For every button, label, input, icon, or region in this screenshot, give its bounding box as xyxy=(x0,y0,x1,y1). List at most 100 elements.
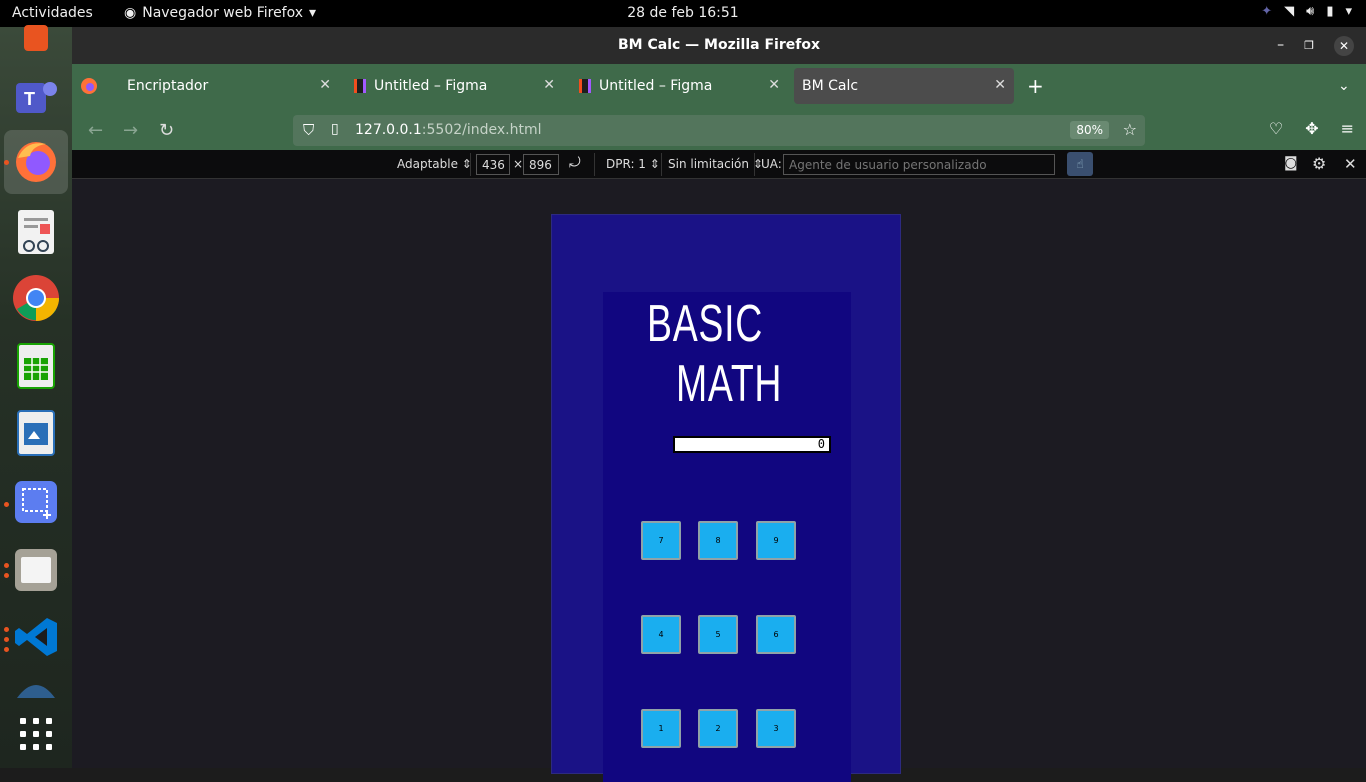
viewport-width-input[interactable]: 436 xyxy=(476,154,510,175)
close-tab-icon[interactable]: ✕ xyxy=(994,77,1006,93)
dock-calc-icon[interactable] xyxy=(10,340,62,392)
dock-firefox-icon[interactable] xyxy=(4,130,68,194)
close-tab-icon[interactable]: ✕ xyxy=(543,77,555,93)
throttling-label: Sin limitación xyxy=(668,157,749,171)
tab-figma-1[interactable]: Untitled – Figma ✕ xyxy=(346,68,563,104)
back-arrow-icon[interactable]: ← xyxy=(88,120,103,141)
app-menu-label: Navegador web Firefox xyxy=(142,5,304,21)
list-all-tabs-button[interactable]: ⌄ xyxy=(1338,68,1350,104)
tab-label: Untitled – Figma xyxy=(374,78,488,94)
key-8[interactable]: 8 xyxy=(698,521,738,560)
settings-gear-icon[interactable]: ⚙ xyxy=(1312,154,1326,173)
dock-files-icon[interactable] xyxy=(10,544,62,596)
dpr-label: DPR: 1 xyxy=(606,157,646,171)
device-selector[interactable]: Adaptable ⇕ xyxy=(397,157,472,171)
reload-icon[interactable]: ↻ xyxy=(159,120,174,141)
battery-icon: ▮ xyxy=(1326,4,1334,19)
new-tab-button[interactable]: + xyxy=(1027,68,1044,104)
pocket-icon[interactable]: ♡ xyxy=(1269,119,1283,138)
dock-ubuntu-software-icon[interactable] xyxy=(10,15,62,67)
window-titlebar[interactable]: BM Calc — Mozilla Firefox – ❐ ✕ xyxy=(72,27,1366,64)
calc-display[interactable]: 0 xyxy=(673,436,831,453)
chevron-down-icon: ⌄ xyxy=(1338,78,1350,94)
shield-icon[interactable]: ⛉ xyxy=(303,121,314,139)
teams-tray-icon[interactable]: ✦ xyxy=(1261,4,1272,19)
tab-encriptador[interactable]: Encriptador ✕ xyxy=(117,68,339,104)
page-info-icon[interactable]: ▯ xyxy=(331,121,339,137)
key-1[interactable]: 1 xyxy=(641,709,681,748)
key-5[interactable]: 5 xyxy=(698,615,738,654)
rotate-viewport-icon[interactable]: ⤾ xyxy=(569,155,581,171)
dock-chrome-icon[interactable] xyxy=(10,272,62,324)
viewport-height-input[interactable]: 896 xyxy=(523,154,559,175)
tab-label: Encriptador xyxy=(127,78,209,94)
key-9[interactable]: 9 xyxy=(756,521,796,560)
url-text[interactable]: 127.0.0.1:5502/index.html xyxy=(355,122,542,138)
firefox-app-icon: ◉ xyxy=(124,5,137,21)
separator xyxy=(594,153,595,176)
svg-text:T: T xyxy=(24,89,35,109)
close-rdm-icon[interactable]: ✕ xyxy=(1344,155,1357,173)
close-tab-icon[interactable]: ✕ xyxy=(319,77,331,93)
maximize-icon[interactable]: ❐ xyxy=(1304,27,1314,64)
key-3[interactable]: 3 xyxy=(756,709,796,748)
chevron-down-icon: ▾ xyxy=(309,5,317,21)
close-tab-icon[interactable]: ✕ xyxy=(768,77,780,93)
close-window-icon[interactable]: ✕ xyxy=(1334,35,1354,56)
chevron-down-icon: ▾ xyxy=(1345,4,1352,19)
dock-vscode-icon[interactable] xyxy=(10,611,62,663)
separator xyxy=(470,153,471,176)
minimize-icon[interactable]: – xyxy=(1277,27,1284,64)
dock-document-viewer-icon[interactable] xyxy=(10,206,62,258)
calc-title-line2: MATH xyxy=(676,355,783,413)
extensions-icon[interactable]: ✥ xyxy=(1305,119,1318,138)
separator xyxy=(661,153,662,176)
bookmark-star-icon[interactable]: ☆ xyxy=(1123,120,1137,139)
zoom-level-badge[interactable]: 80% xyxy=(1070,121,1109,139)
figma-icon xyxy=(354,79,366,93)
dock-teams-icon[interactable]: T xyxy=(10,71,62,123)
forward-arrow-icon[interactable]: → xyxy=(123,120,138,141)
dock-screenshot-icon[interactable] xyxy=(10,476,62,528)
key-7[interactable]: 7 xyxy=(641,521,681,560)
simulated-device-screen: BASIC MATH 0 7 8 9 4 5 6 1 2 3 xyxy=(551,214,901,782)
running-indicator xyxy=(4,637,9,642)
throttling-selector[interactable]: Sin limitación ⇕ xyxy=(668,157,763,171)
window-title: BM Calc — Mozilla Firefox xyxy=(618,37,820,53)
volume-icon: 🔊︎ xyxy=(1306,4,1315,19)
dpr-selector[interactable]: DPR: 1 ⇕ xyxy=(606,157,660,171)
user-agent-input[interactable] xyxy=(783,154,1055,175)
tab-label: Untitled – Figma xyxy=(599,78,713,94)
screenshot-camera-icon[interactable]: ◙ xyxy=(1284,155,1298,171)
key-4[interactable]: 4 xyxy=(641,615,681,654)
wifi-icon: ◥ xyxy=(1284,4,1295,19)
running-indicator xyxy=(4,573,9,578)
gnome-top-bar: Actividades ◉ Navegador web Firefox ▾ 28… xyxy=(0,0,1366,27)
menu-hamburger-icon[interactable]: ≡ xyxy=(1341,119,1354,138)
key-2[interactable]: 2 xyxy=(698,709,738,748)
tab-figma-2[interactable]: Untitled – Figma ✕ xyxy=(571,68,788,104)
firefox-view-button[interactable] xyxy=(80,68,114,104)
show-applications-icon[interactable] xyxy=(10,708,62,760)
app-menu[interactable]: ◉ Navegador web Firefox ▾ xyxy=(124,5,316,21)
touch-simulation-icon[interactable]: ☝ xyxy=(1067,152,1093,176)
page-viewport: BASIC MATH 0 7 8 9 4 5 6 1 2 3 xyxy=(72,179,1366,782)
dock-writer-icon[interactable] xyxy=(10,407,62,459)
separator xyxy=(754,153,755,176)
system-tray[interactable]: ✦ ◥ 🔊︎ ▮ ▾ xyxy=(1261,4,1352,19)
user-agent-label: UA: xyxy=(761,157,782,171)
figma-icon xyxy=(579,79,591,93)
key-6[interactable]: 6 xyxy=(756,615,796,654)
device-selector-label: Adaptable xyxy=(397,157,458,171)
tab-label: BM Calc xyxy=(802,78,859,94)
running-indicator xyxy=(4,160,9,165)
dimension-separator: × xyxy=(513,157,524,171)
responsive-design-toolbar: Adaptable ⇕ 436 × 896 ⤾ DPR: 1 ⇕ Sin lim… xyxy=(72,150,1366,179)
tab-bm-calc[interactable]: BM Calc ✕ xyxy=(794,68,1014,104)
calculator: BASIC MATH 0 7 8 9 4 5 6 1 2 3 xyxy=(603,292,851,782)
plus-icon: + xyxy=(1027,74,1044,98)
firefox-view-icon xyxy=(81,78,97,94)
tab-strip: Encriptador ✕ Untitled – Figma ✕ Untitle… xyxy=(72,64,1366,110)
dock-partial-app-icon[interactable] xyxy=(10,675,62,699)
url-bar[interactable]: ⛉ ▯ 127.0.0.1:5502/index.html 80% ☆ xyxy=(293,115,1145,146)
